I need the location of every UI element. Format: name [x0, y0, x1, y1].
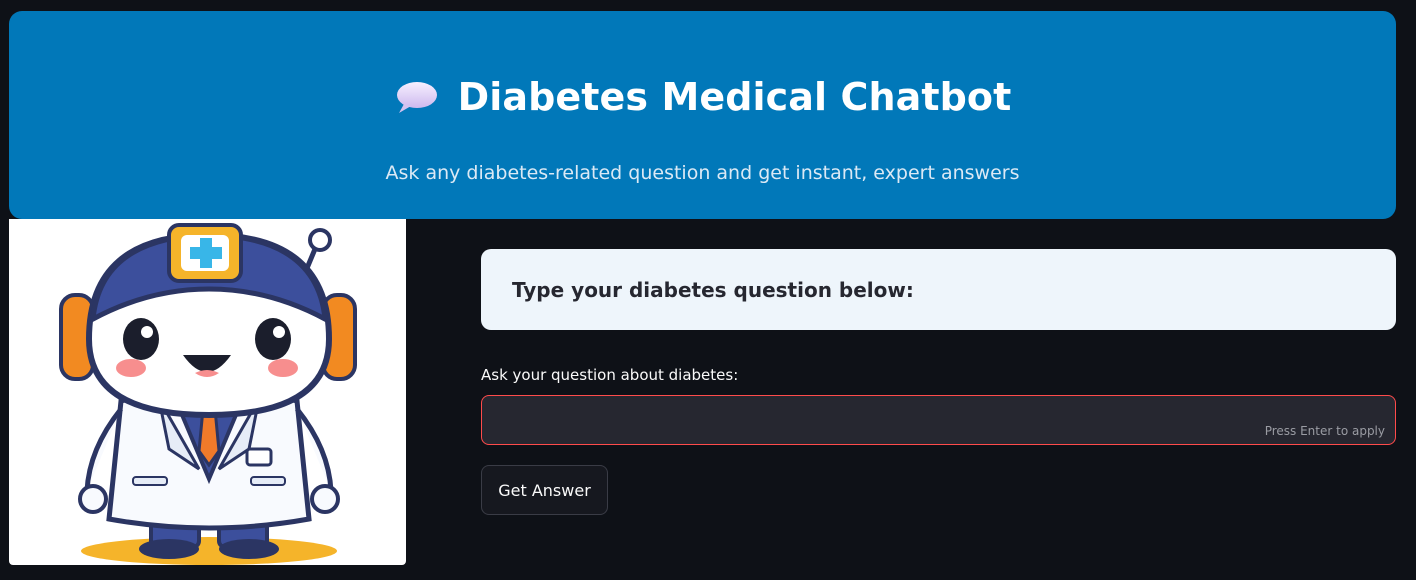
question-field-label: Ask your question about diabetes:: [481, 366, 739, 384]
press-enter-hint: Press Enter to apply: [1264, 424, 1385, 438]
page-title: Diabetes Medical Chatbot: [457, 75, 1012, 119]
doctor-robot-mascot-image: [9, 219, 406, 565]
app-page: Diabetes Medical Chatbot Ask any diabete…: [0, 0, 1416, 580]
question-input-container: Press Enter to apply: [481, 395, 1396, 445]
question-instruction-card: Type your diabetes question below:: [481, 249, 1396, 330]
page-subtitle: Ask any diabetes-related question and ge…: [385, 162, 1020, 184]
header-banner: Diabetes Medical Chatbot Ask any diabete…: [9, 11, 1396, 219]
speech-bubble-icon: [394, 80, 440, 116]
question-instruction-text: Type your diabetes question below:: [512, 277, 914, 302]
get-answer-button[interactable]: Get Answer: [481, 465, 608, 515]
title-row: Diabetes Medical Chatbot: [9, 75, 1396, 119]
question-input[interactable]: [482, 396, 1395, 444]
